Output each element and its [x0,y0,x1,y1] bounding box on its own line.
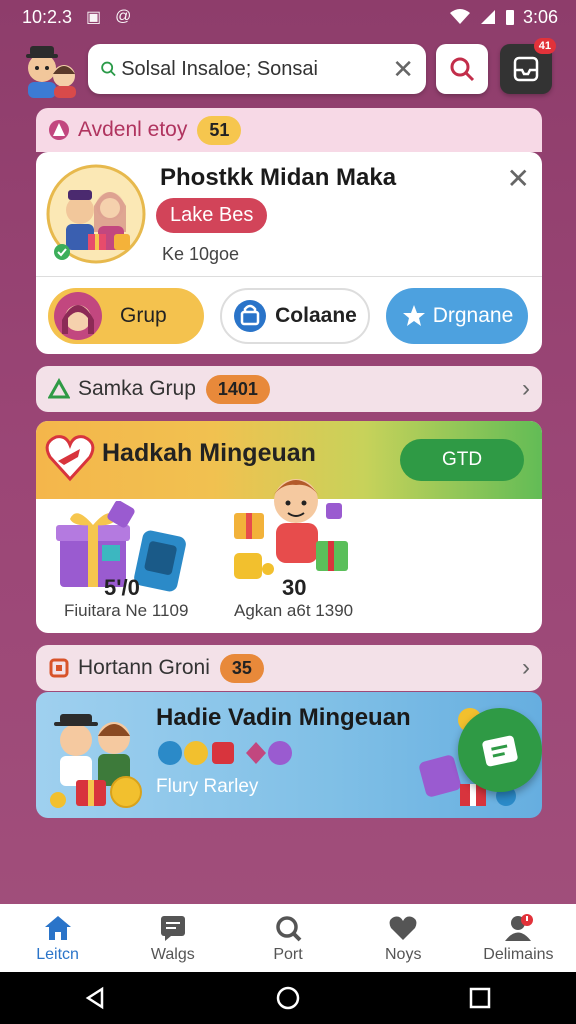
nav-label: Noys [384,946,422,963]
section-header-2[interactable]: Samka Grup 1401 › [36,366,542,412]
item-value: 5'/0 [104,575,140,600]
profile-avatar[interactable] [20,38,82,100]
item-subtitle: Agkan a6t 1390 [234,601,354,620]
section-count: 51 [197,115,242,145]
colaane-button[interactable]: Colaane [220,288,370,344]
nav-label: Port [273,946,303,963]
section-header-3[interactable]: Hortann Groni 35 › [36,645,542,691]
drgnane-button[interactable]: Drgnane [386,288,528,344]
item-value: 30 [282,575,307,600]
search-input[interactable] [121,57,387,81]
top-bar: ✕ 41 [0,38,576,102]
notification-icon: ▣ [86,9,102,26]
grup-label: Grup [120,304,167,327]
drgnane-label: Drgnane [432,304,514,327]
inbox-icon [513,56,539,82]
chevron-right-icon: › [522,654,530,681]
home-circle-icon[interactable] [275,985,301,1011]
section-title: Avdenl etoy [78,118,188,141]
people-icon [505,914,534,941]
home-icon [44,916,71,940]
search-icon [276,916,302,942]
lock-icon [234,300,267,332]
status-time: 10:2.3 [22,6,73,27]
nav-item-port[interactable]: Port [230,904,345,972]
group-card: Phostkk Midan Maka ✕ Lake Bes Ke 10goe G… [36,152,542,354]
floating-action-button[interactable] [458,708,542,792]
nav-item-walgs[interactable]: Walgs [115,904,230,972]
gtd-button[interactable]: GTD [400,439,524,481]
reward-icons [158,741,292,765]
at-icon: @ [115,8,132,25]
nav-label: Delimains [483,946,554,963]
nav-label: Walgs [150,946,195,963]
nav-item-noys[interactable]: Noys [346,904,461,972]
section-title: Hortann Groni [78,656,210,679]
system-nav-bar [0,972,576,1024]
star-icon [402,305,425,326]
section-count: 1401 [205,374,270,404]
grup-button[interactable]: Grup [48,288,204,344]
battery-icon [505,10,514,25]
nav-item-delimains[interactable]: Delimains [461,904,576,972]
card-subtitle: Flury Rarley [156,776,259,797]
signal-icon [480,10,495,24]
back-icon[interactable] [84,986,108,1010]
item-subtitle: Fiuitara Ne 1109 [64,601,189,620]
card-title: Phostkk Midan Maka [160,164,397,191]
status-bar: 10:2.3 ▣ @ 3:06 [0,0,576,34]
triangle-icon [48,378,70,399]
friends-illustration [50,714,142,808]
recents-icon[interactable] [468,986,492,1010]
section-count: 35 [219,653,264,683]
bottom-navigation: Leitcn Walgs Port Noys Delimains [0,904,576,972]
section-header-1[interactable]: Avdenl etoy 51 [36,108,542,152]
boy-gift-illustration [234,479,348,579]
chevron-right-icon: › [522,375,530,402]
clear-icon[interactable]: ✕ [392,54,414,85]
close-icon[interactable]: ✕ [507,162,530,195]
chat-icon [160,916,185,941]
heart-icon [389,916,417,940]
woman-avatar-icon [54,292,102,340]
ticket-icon [482,735,518,767]
status-time-right: 3:06 [522,6,558,27]
nav-label: Leitcn [36,946,79,963]
app-logo-icon [49,120,69,140]
wifi-icon [449,9,470,24]
search-icon [450,57,475,82]
search-icon [101,61,116,77]
status-pill[interactable]: Lake Bes [156,198,268,233]
promo-card[interactable]: Hadie Vadin Mingeuan Flury Rarley [36,692,542,818]
heart-badge-icon [45,435,95,482]
gift-card[interactable]: Hadkah Mingeuan GTD 5'/0 Fiuitara Ne 110… [36,421,542,633]
inbox-button[interactable]: 41 [500,38,556,94]
search-bar[interactable]: ✕ [88,44,426,94]
couple-illustration [46,164,146,264]
card-title: Hadie Vadin Mingeuan [156,704,411,731]
card-subtitle: Ke 10goe [162,244,240,264]
section-title: Samka Grup [78,377,196,400]
divider [36,276,542,277]
colaane-label: Colaane [275,304,357,327]
search-button[interactable] [436,44,488,94]
nav-item-home[interactable]: Leitcn [0,904,115,972]
square-icon [49,658,69,678]
notification-badge: 41 [533,38,556,54]
